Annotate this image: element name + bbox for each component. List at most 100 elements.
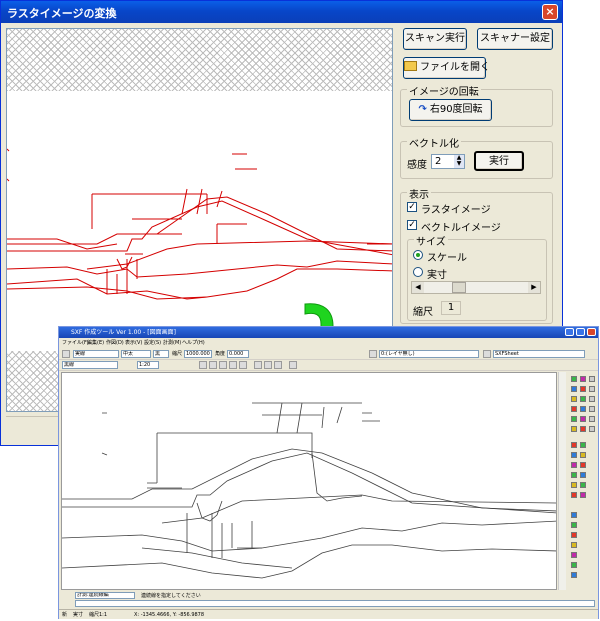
status-bar: 新 実寸 縮尺1:1 X: -1345.4666, Y: -856.9878 <box>59 609 598 619</box>
palette-icon[interactable] <box>580 426 586 432</box>
layer-select[interactable]: 0:(レイヤ無し) <box>379 350 479 358</box>
palette-icon[interactable] <box>580 406 586 412</box>
menu-measure[interactable]: 計測(M) <box>163 339 181 347</box>
raster-line <box>7 148 10 182</box>
vector-image-checkbox[interactable]: ✓ <box>407 220 417 230</box>
spinner-arrows-icon[interactable]: ▲ ▼ <box>454 155 464 168</box>
sheet-icon[interactable] <box>483 350 491 358</box>
palette-icon[interactable] <box>580 462 586 468</box>
scan-button[interactable]: スキャン実行 <box>403 28 467 50</box>
angle-field[interactable]: 0.000 <box>227 350 249 358</box>
raster-line <box>181 188 223 215</box>
close-icon[interactable] <box>587 328 596 336</box>
tool-icon-2[interactable] <box>209 361 217 369</box>
scale-radio[interactable] <box>413 250 423 260</box>
open-file-button[interactable]: ファイルを開く <box>403 57 490 79</box>
palette-icon[interactable] <box>571 522 577 528</box>
palette-icon[interactable] <box>580 416 586 422</box>
command-history-select[interactable]: 計測:連続線編 <box>75 592 135 599</box>
color-select[interactable]: 黒 <box>153 350 169 358</box>
cad-title: SXF 作成ツール Ver 1.00 - [図面画面] <box>71 329 176 336</box>
save-icon[interactable] <box>62 350 70 358</box>
palette-icon[interactable] <box>571 462 577 468</box>
palette-icon[interactable] <box>571 472 577 478</box>
tool-icon-8[interactable] <box>274 361 282 369</box>
scale2-select[interactable]: 1:20 <box>137 361 159 369</box>
maximize-icon[interactable] <box>576 328 585 336</box>
menu-draw[interactable]: 作図(D) <box>106 339 124 347</box>
palette-icon[interactable] <box>571 442 577 448</box>
tool-icon-4[interactable] <box>229 361 237 369</box>
scanner-settings-button[interactable]: スキャナー設定 <box>477 28 553 50</box>
palette-icon[interactable] <box>571 396 577 402</box>
palette-icon[interactable] <box>589 416 595 422</box>
raster-line <box>86 240 392 270</box>
tool-icon-3[interactable] <box>219 361 227 369</box>
tool-icon-5[interactable] <box>239 361 247 369</box>
tool-icon-9[interactable] <box>289 361 297 369</box>
scale-slider[interactable]: ◀ ▶ <box>411 281 541 294</box>
sheet-select[interactable]: SXFSheet <box>493 350 585 358</box>
tool-icon-1[interactable] <box>199 361 207 369</box>
tool-icon-7[interactable] <box>264 361 272 369</box>
menu-edit[interactable]: 編集(E) <box>87 339 104 347</box>
slider-thumb[interactable] <box>452 282 466 293</box>
raster-image-checkbox[interactable]: ✓ <box>407 202 417 212</box>
palette-icon[interactable] <box>571 572 577 578</box>
vectorize-run-button[interactable]: 実行 <box>474 151 524 171</box>
palette-icon[interactable] <box>589 386 595 392</box>
palette-icon[interactable] <box>571 452 577 458</box>
palette-icon[interactable] <box>580 492 586 498</box>
vertical-scrollbar[interactable] <box>558 372 566 590</box>
menu-settings[interactable]: 設定(S) <box>144 339 161 347</box>
close-button[interactable]: × <box>542 4 558 20</box>
palette-icon[interactable] <box>571 532 577 538</box>
line-type-select[interactable]: 実線 <box>73 350 119 358</box>
slider-left-arrow-icon[interactable]: ◀ <box>412 282 424 293</box>
palette-icon[interactable] <box>580 442 586 448</box>
palette-icon[interactable] <box>571 492 577 498</box>
size-group-legend: サイズ <box>414 233 448 248</box>
cad-line <box>231 521 262 549</box>
line-width-select[interactable]: 中太 <box>121 350 151 358</box>
menu-view[interactable]: 表示(V) <box>125 339 142 347</box>
palette-icon[interactable] <box>580 482 586 488</box>
palette-icon[interactable] <box>580 396 586 402</box>
cad-line <box>147 482 182 489</box>
actual-size-radio[interactable] <box>413 267 423 277</box>
palette-icon[interactable] <box>571 482 577 488</box>
slider-right-arrow-icon[interactable]: ▶ <box>528 282 540 293</box>
palette-icon[interactable] <box>571 552 577 558</box>
palette-icon[interactable] <box>589 396 595 402</box>
palette-icon[interactable] <box>580 386 586 392</box>
palette-icon[interactable] <box>589 426 595 432</box>
menu-file[interactable]: ファイル(F) <box>62 339 89 347</box>
folder-open-icon <box>404 61 417 71</box>
palette-icon[interactable] <box>571 416 577 422</box>
command-input[interactable] <box>75 600 595 607</box>
palette-icon[interactable] <box>580 452 586 458</box>
palette-icon[interactable] <box>571 542 577 548</box>
palette-icon[interactable] <box>589 406 595 412</box>
palette-icon[interactable] <box>571 406 577 412</box>
scale-field[interactable]: 1000.000 <box>184 350 212 358</box>
palette-icon[interactable] <box>571 426 577 432</box>
palette-icon[interactable] <box>571 512 577 518</box>
pen-select[interactable]: 黒線 <box>62 361 118 369</box>
minimize-icon[interactable] <box>565 328 574 336</box>
tool-icon-6[interactable] <box>254 361 262 369</box>
sensitivity-spinner[interactable]: 2 ▲ ▼ <box>431 154 465 169</box>
status-coords: X: -1345.4666, Y: -856.9878 <box>134 612 205 618</box>
layer-icon[interactable] <box>369 350 377 358</box>
palette-icon[interactable] <box>571 376 577 382</box>
menu-help[interactable]: ヘルプ(H) <box>182 339 205 347</box>
palette-icon[interactable] <box>589 376 595 382</box>
palette-icon[interactable] <box>571 386 577 392</box>
palette-icon[interactable] <box>571 562 577 568</box>
palette-icon[interactable] <box>580 472 586 478</box>
cad-drawing-canvas[interactable] <box>61 372 557 590</box>
vector-image-label: ベクトルイメージ <box>421 223 501 234</box>
raster-line <box>216 223 247 244</box>
palette-icon[interactable] <box>580 376 586 382</box>
rotate-90-button[interactable]: ↷ 右90度回転 <box>409 99 492 121</box>
